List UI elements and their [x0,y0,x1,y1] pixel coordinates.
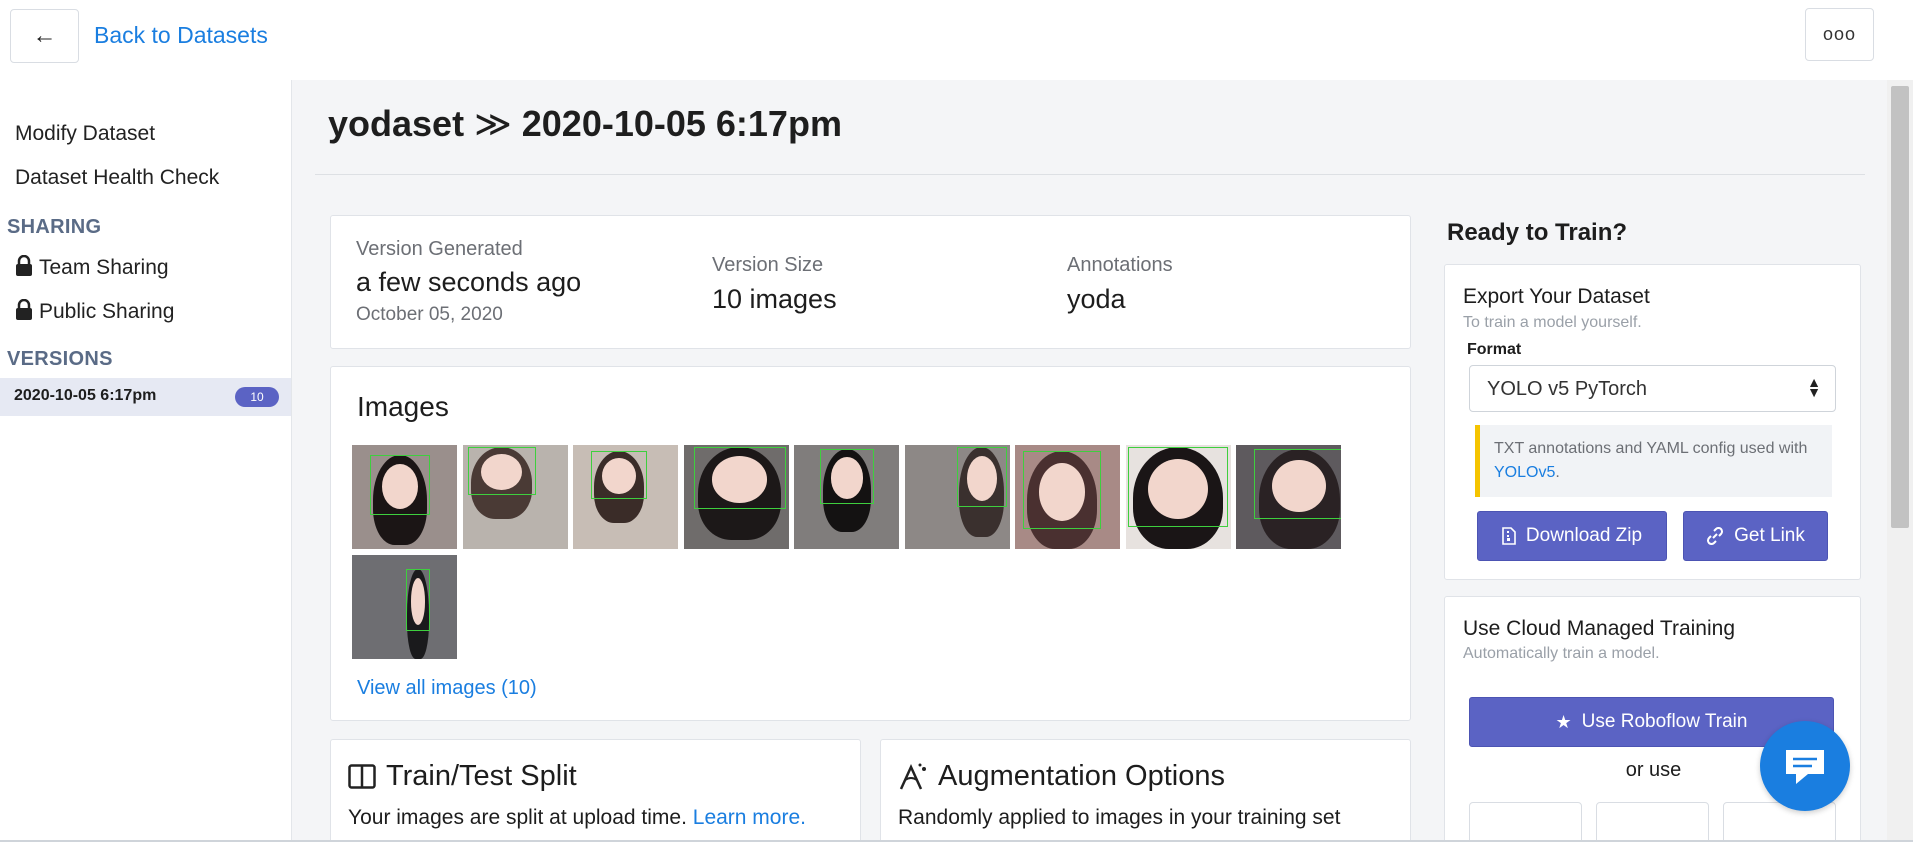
image-thumbnail[interactable] [352,445,457,549]
arrow-left-icon: ← [32,22,57,49]
version-count-badge: 10 [235,387,279,407]
lock-icon [16,255,32,276]
magic-wand-icon [899,763,926,790]
page-title: yodaset ≫ 2020-10-05 6:17pm [328,103,842,145]
sidebar-item-modify-dataset[interactable]: Modify Dataset [15,122,155,146]
cloud-subtitle: Automatically train a model. [1463,645,1660,662]
roboflow-train-label: Use Roboflow Train [1581,711,1748,732]
version-label: 2020-10-05 6:17pm [14,387,157,404]
annotations-value: yoda [1067,284,1126,314]
sidebar-item-version[interactable]: 2020-10-05 6:17pm 10 [0,378,291,416]
annotation-bounding-box [1023,451,1101,529]
image-thumbnail[interactable] [794,445,899,549]
format-note: TXT annotations and YAML config used wit… [1475,425,1832,497]
augmentation-title-text: Augmentation Options [938,760,1225,792]
augmentation-title: Augmentation Options [898,760,1225,793]
image-thumbnail[interactable] [904,445,1010,549]
version-name: 2020-10-05 6:17pm [521,103,842,144]
top-bar: ← Back to Datasets ooo [0,0,1913,80]
sidebar-item-label: Public Sharing [39,300,175,323]
image-thumbnail[interactable] [1125,445,1231,549]
split-title-text: Train/Test Split [386,760,577,792]
download-zip-button[interactable]: Download Zip [1477,511,1667,561]
annotation-bounding-box [1254,449,1341,519]
image-thumbnail[interactable] [683,445,789,549]
chat-button[interactable] [1760,721,1850,811]
sidebar: Modify Dataset Dataset Health Check SHAR… [0,80,292,842]
format-note-text: TXT annotations and YAML config used wit… [1494,437,1814,485]
format-label: Format [1467,341,1522,358]
annotation-bounding-box [956,447,1007,507]
sidebar-heading-versions: VERSIONS [7,348,113,370]
star-icon: ★ [1555,711,1572,732]
version-summary-card: Version Generated a few seconds ago Octo… [330,215,1411,349]
cloud-title: Use Cloud Managed Training [1463,617,1735,640]
image-thumbnail[interactable] [462,445,568,549]
training-option-card[interactable] [1469,802,1582,842]
annotation-bounding-box [1127,447,1228,527]
export-title: Export Your Dataset [1463,285,1650,308]
version-generated-value: a few seconds ago [356,267,582,297]
annotation-bounding-box [406,569,430,631]
sidebar-item-team-sharing[interactable]: Team Sharing [15,255,169,280]
get-link-label: Get Link [1734,525,1805,546]
page-scrollbar[interactable] [1887,80,1913,842]
dataset-name: yodaset [328,103,465,144]
images-card: Images View all images (10) [330,366,1411,721]
get-link-button[interactable]: Get Link [1683,511,1828,561]
export-subtitle: To train a model yourself. [1463,314,1642,331]
scrollbar-thumb[interactable] [1891,86,1909,528]
split-text: Your images are split at upload time. [348,806,687,829]
version-generated-date: October 05, 2020 [356,304,503,325]
annotation-bounding-box [693,447,786,509]
ready-to-train-heading: Ready to Train? [1447,219,1628,246]
images-title: Images [357,391,449,422]
view-all-images-link[interactable]: View all images (10) [357,677,537,700]
augmentation-description: Randomly applied to images in your train… [898,806,1341,829]
split-title: Train/Test Split [348,760,577,793]
yolov5-link[interactable]: YOLOv5 [1494,464,1555,481]
annotation-bounding-box [370,455,430,515]
training-option-card[interactable] [1596,802,1709,842]
version-size-label: Version Size [712,254,824,276]
back-arrow-button[interactable]: ← [10,9,79,63]
link-icon [1707,527,1724,545]
format-select[interactable]: YOLO v5 PyTorch ▲ ▼ [1469,365,1836,412]
lock-icon [16,299,32,320]
image-thumbnail[interactable] [1015,445,1120,549]
note-end: . [1555,464,1560,481]
annotation-bounding-box [820,449,874,504]
annotations-label: Annotations [1067,254,1173,276]
version-size-value: 10 images [712,284,837,314]
sidebar-item-label: Team Sharing [39,256,169,279]
split-description: Your images are split at upload time. Le… [348,806,806,830]
format-select-value: YOLO v5 PyTorch [1487,378,1648,400]
annotation-bounding-box [591,451,647,499]
version-generated-label: Version Generated [356,238,523,260]
export-dataset-card: Export Your Dataset To train a model you… [1444,264,1861,580]
sidebar-item-health-check[interactable]: Dataset Health Check [15,166,219,190]
image-thumbnail[interactable] [1236,445,1341,549]
chat-icon [1786,750,1824,784]
image-thumbnail[interactable] [573,445,678,549]
back-to-datasets-link[interactable]: Back to Datasets [94,22,268,49]
title-divider [315,174,1865,175]
note-text: TXT annotations and YAML config used wit… [1494,440,1808,457]
learn-more-link[interactable]: Learn more. [693,806,806,829]
more-options-button[interactable]: ooo [1805,8,1874,61]
select-arrows-icon: ▲ ▼ [1807,374,1821,400]
annotation-bounding-box [467,447,536,495]
download-zip-label: Download Zip [1525,525,1643,546]
augmentation-card: Augmentation Options Randomly applied to… [880,739,1411,842]
breadcrumb-separator-icon: ≫ [474,103,512,144]
split-columns-icon [348,763,376,789]
train-test-split-card: Train/Test Split Your images are split a… [330,739,861,842]
file-zip-icon [1502,527,1516,545]
sidebar-item-public-sharing[interactable]: Public Sharing [15,299,174,324]
sidebar-heading-sharing: SHARING [7,216,102,238]
image-thumbnail[interactable] [352,555,457,659]
